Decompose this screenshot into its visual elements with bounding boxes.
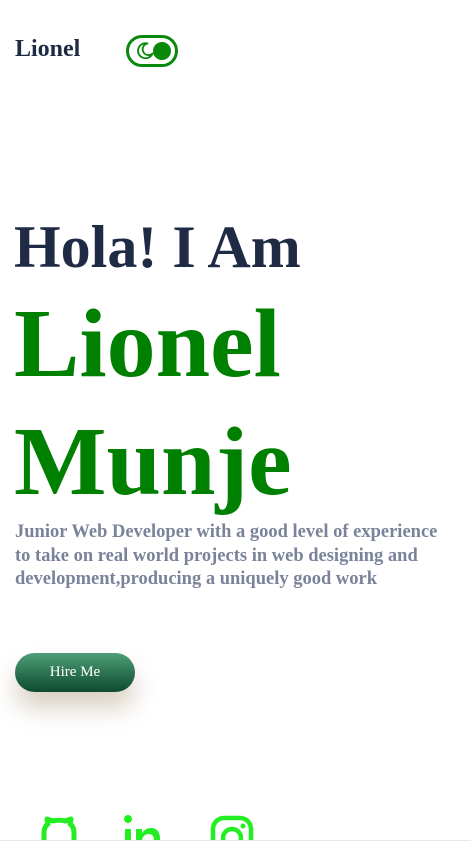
hero-first-name: Lionel: [14, 290, 281, 398]
brand-logo[interactable]: Lionel: [15, 34, 80, 64]
hero-name: Lionel Munje: [14, 285, 292, 521]
hire-me-button[interactable]: Hire Me: [15, 653, 135, 692]
portfolio-page: Lionel Hola! I Am Lionel Munje Junior We…: [0, 0, 471, 841]
github-icon[interactable]: [36, 815, 82, 841]
hero-greeting: Hola! I Am: [14, 214, 301, 280]
theme-toggle[interactable]: [126, 35, 178, 67]
instagram-icon[interactable]: [210, 815, 256, 841]
hero-bio: Junior Web Developer with a good level o…: [15, 522, 438, 589]
toggle-knob: [153, 42, 171, 60]
linkedin-icon[interactable]: [122, 815, 168, 841]
moon-icon: [137, 42, 154, 60]
hero-last-name: Munje: [14, 408, 292, 516]
